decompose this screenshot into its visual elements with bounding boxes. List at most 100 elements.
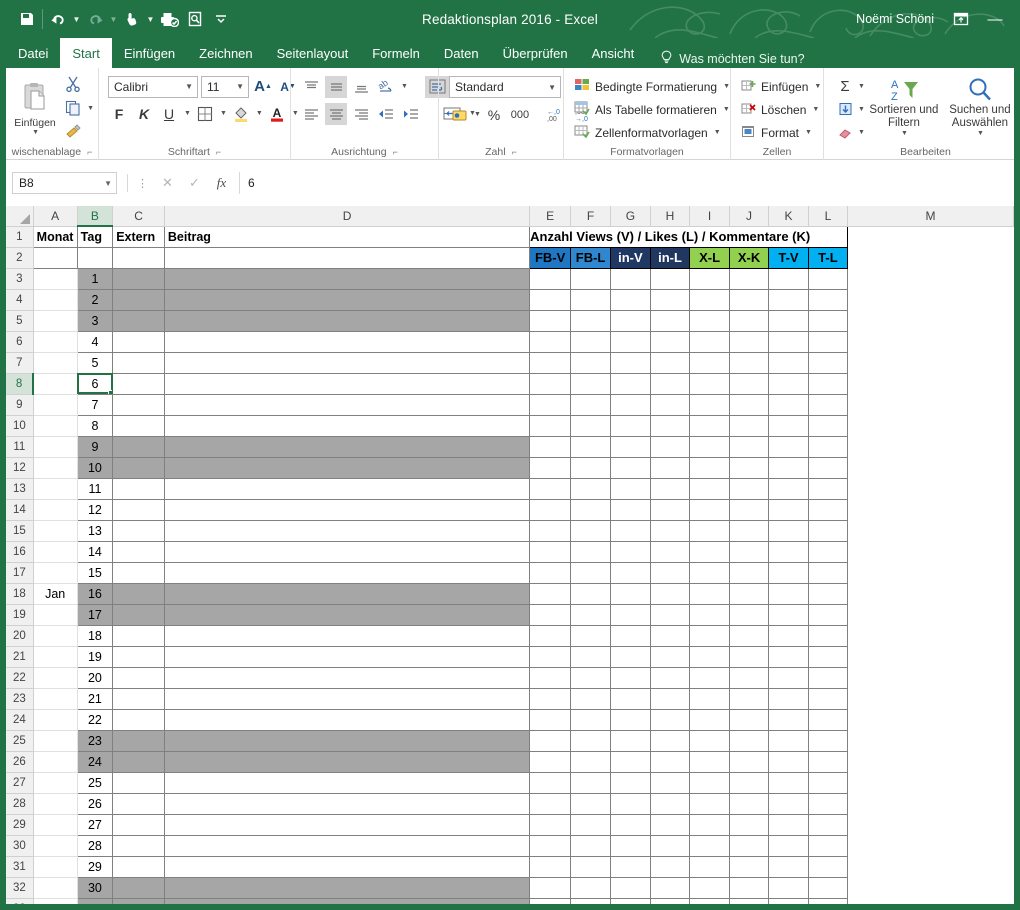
cell-D32-beitrag[interactable] (163, 876, 531, 899)
cell-B29-day[interactable]: 27 (76, 813, 114, 836)
cell-D27-beitrag[interactable] (163, 771, 531, 794)
cell-B1[interactable]: Tag (76, 225, 114, 248)
accounting-format-icon[interactable] (449, 104, 471, 126)
row-header-25[interactable]: 25 (6, 730, 34, 752)
cell-M10[interactable] (847, 415, 1014, 436)
cell-A4-month[interactable] (32, 288, 78, 311)
cell-H15[interactable] (649, 519, 691, 542)
cell-F28[interactable] (570, 792, 612, 815)
cell-B2[interactable] (76, 246, 114, 269)
cell-J10[interactable] (728, 414, 770, 437)
cell-D5-beitrag[interactable] (163, 309, 531, 332)
cell-L28[interactable] (807, 792, 849, 815)
cell-I27[interactable] (689, 771, 730, 794)
cell-L32[interactable] (807, 876, 849, 899)
format-as-table-button[interactable]: Als Tabelle formatieren ▼ (574, 99, 730, 121)
borders-chevron-down-icon[interactable]: ▼ (220, 110, 227, 117)
cell-K32[interactable] (768, 876, 809, 899)
cell-E25[interactable] (529, 729, 572, 752)
cell-D13-beitrag[interactable] (163, 477, 531, 500)
cell-L19[interactable] (807, 603, 849, 626)
cell-G19[interactable] (610, 603, 651, 626)
cell-H28[interactable] (649, 792, 691, 815)
cell-M8[interactable] (847, 373, 1014, 394)
row-header-10[interactable]: 10 (6, 415, 34, 437)
cell-L26[interactable] (807, 750, 849, 773)
row-header-19[interactable]: 19 (6, 604, 34, 626)
cell-K24[interactable] (768, 708, 809, 731)
cell-C23-extern[interactable] (112, 687, 165, 710)
cell-J15[interactable] (728, 519, 770, 542)
format-as-table-chevron-down-icon[interactable]: ▼ (723, 106, 730, 113)
column-header-m[interactable]: M (847, 206, 1014, 227)
cell-B24-day[interactable]: 22 (76, 708, 114, 731)
cell-J17[interactable] (728, 561, 770, 584)
cell-A19-month[interactable] (32, 603, 78, 626)
column-header-i[interactable]: I (689, 206, 730, 227)
column-header-h[interactable]: H (650, 206, 691, 227)
cell-E33[interactable] (529, 897, 572, 904)
cell-A21-month[interactable] (32, 645, 78, 668)
cell-D11-beitrag[interactable] (163, 435, 531, 458)
insert-cells-button[interactable]: Einfügen ▼ (741, 76, 821, 98)
cell-A29-month[interactable] (32, 813, 78, 836)
cell-F21[interactable] (570, 645, 612, 668)
cell-A1[interactable]: Monat (32, 225, 78, 248)
cell-I16[interactable] (689, 540, 730, 563)
cell-H30[interactable] (649, 834, 691, 857)
cell-B15-day[interactable]: 13 (76, 519, 114, 542)
cell-F12[interactable] (570, 456, 612, 479)
cell-H5[interactable] (649, 309, 691, 332)
cell-D4-beitrag[interactable] (163, 288, 531, 311)
autosum-chevron-down-icon[interactable]: ▼ (858, 83, 865, 90)
cell-F5[interactable] (570, 309, 612, 332)
cell-G16[interactable] (610, 540, 651, 563)
cell-M26[interactable] (847, 751, 1014, 772)
cell-K28[interactable] (768, 792, 809, 815)
cell-G8[interactable] (610, 372, 651, 395)
row-header-26[interactable]: 26 (6, 751, 34, 773)
cell-K9[interactable] (768, 393, 809, 416)
cell-L22[interactable] (807, 666, 849, 689)
cell-M25[interactable] (847, 730, 1014, 751)
cell-M2[interactable] (847, 247, 1014, 268)
cell-K31[interactable] (768, 855, 809, 878)
cell-A31-month[interactable] (32, 855, 78, 878)
cell-A12-month[interactable] (32, 456, 78, 479)
cell-G10[interactable] (610, 414, 651, 437)
cell-C24-extern[interactable] (112, 708, 165, 731)
cell-G32[interactable] (610, 876, 651, 899)
row-header-29[interactable]: 29 (6, 814, 34, 836)
cell-K23[interactable] (768, 687, 809, 710)
cell-H9[interactable] (649, 393, 691, 416)
cell-L8[interactable] (807, 372, 849, 395)
cell-G6[interactable] (610, 330, 651, 353)
cell-L21[interactable] (807, 645, 849, 668)
number-format-chevron-down-icon[interactable]: ▼ (548, 83, 556, 92)
cell-L24[interactable] (807, 708, 849, 731)
row-header-11[interactable]: 11 (6, 436, 34, 458)
cell-M20[interactable] (847, 625, 1014, 646)
cell-I6[interactable] (689, 330, 730, 353)
cell-B3-day[interactable]: 1 (76, 267, 114, 290)
cell-J11[interactable] (728, 435, 770, 458)
cell-F27[interactable] (570, 771, 612, 794)
cell-A3-month[interactable] (32, 267, 78, 290)
cell-B14-day[interactable]: 12 (76, 498, 114, 521)
cell-D22-beitrag[interactable] (163, 666, 531, 689)
cell-A22-month[interactable] (32, 666, 78, 689)
cell-F24[interactable] (570, 708, 612, 731)
cell-D31-beitrag[interactable] (163, 855, 531, 878)
cell-A27-month[interactable] (32, 771, 78, 794)
cell-H27[interactable] (649, 771, 691, 794)
cell-I19[interactable] (689, 603, 730, 626)
cancel-entry-icon[interactable]: ✕ (154, 172, 181, 194)
column-header-l[interactable]: L (808, 206, 849, 227)
cell-K25[interactable] (768, 729, 809, 752)
cell-K17[interactable] (768, 561, 809, 584)
cell-E16[interactable] (529, 540, 572, 563)
align-right-icon[interactable] (350, 103, 372, 125)
cell-M14[interactable] (847, 499, 1014, 520)
paste-chevron-down-icon[interactable]: ▼ (32, 129, 39, 136)
name-box-chevron-down-icon[interactable]: ▼ (104, 179, 112, 188)
